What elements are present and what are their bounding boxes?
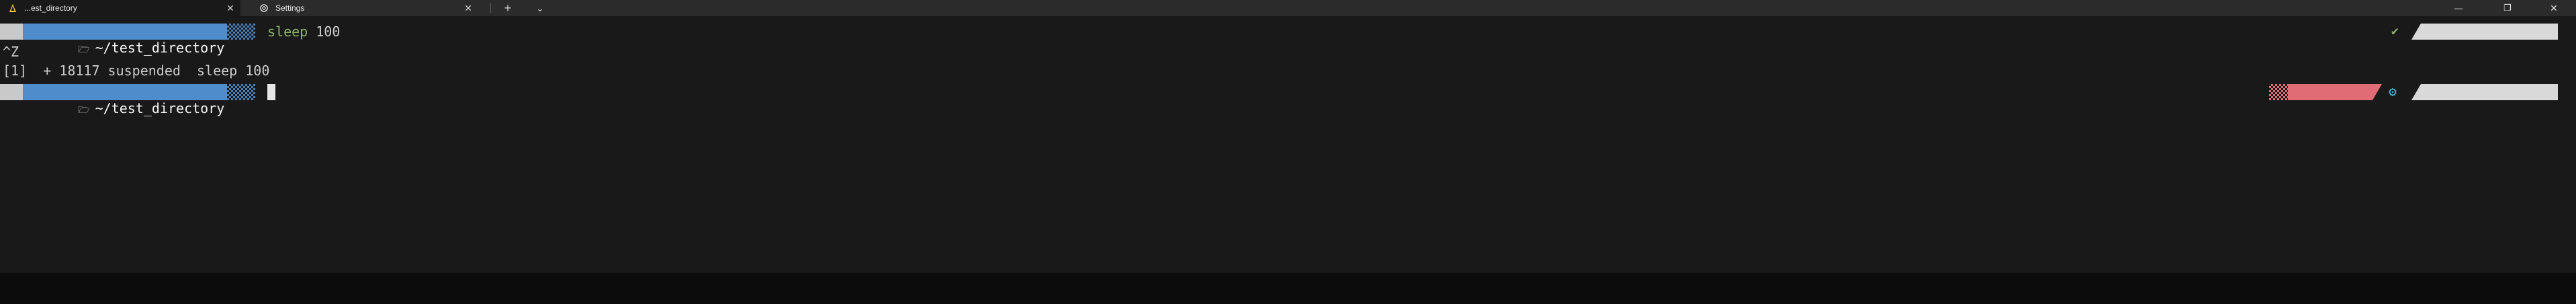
output-line: ^Z bbox=[3, 44, 19, 60]
command-text: sleep 100 bbox=[267, 22, 340, 42]
maximize-button[interactable]: ❐ bbox=[2492, 0, 2523, 16]
tab-settings[interactable]: Settings ✕ bbox=[251, 0, 478, 16]
time-segment: 13:36:44 ⊙ bbox=[2411, 84, 2559, 100]
segment-dither bbox=[227, 24, 255, 40]
os-segment: ◁ bbox=[0, 84, 45, 114]
tab-title: Settings bbox=[275, 3, 305, 13]
tab-separator bbox=[490, 3, 491, 13]
command-keyword: sleep bbox=[267, 24, 308, 40]
command-argument: 100 bbox=[316, 24, 341, 40]
close-icon[interactable]: ✕ bbox=[226, 3, 235, 13]
prompt-time: 13:36:44 bbox=[2475, 100, 2540, 116]
clock-icon: ⊙ bbox=[2544, 103, 2552, 116]
minimize-button[interactable]: — bbox=[2443, 0, 2474, 16]
tab-dropdown-button[interactable]: ⌄ bbox=[531, 0, 549, 16]
time-segment: 13:36:36 ⊙ bbox=[2411, 24, 2559, 40]
text-cursor bbox=[267, 84, 275, 100]
segment-dither bbox=[227, 84, 255, 100]
os-segment: ◁ bbox=[0, 24, 45, 54]
close-window-button[interactable]: ✕ bbox=[2538, 0, 2569, 16]
error-status-segment bbox=[2288, 84, 2382, 100]
chevron-down-icon: ⌄ bbox=[536, 2, 544, 13]
tab-bar: ...est_directory ✕ Settings ✕ + ⌄ — ❐ ✕ bbox=[0, 0, 2576, 16]
new-tab-button[interactable]: + bbox=[498, 0, 517, 16]
close-icon[interactable]: ✕ bbox=[463, 3, 473, 13]
tab-terminal[interactable]: ...est_directory ✕ bbox=[0, 0, 240, 16]
plus-icon: + bbox=[504, 1, 512, 15]
folder-icon: 🗁 bbox=[78, 105, 90, 116]
prompt-line: ◁ 🗁~/test_directory ⚙ 13:36:44⊙ bbox=[0, 82, 2576, 116]
prompt-directory: ~/test_directory bbox=[95, 100, 225, 116]
close-icon: ✕ bbox=[2550, 2, 2558, 13]
directory-segment: 🗁 ~/test_directory bbox=[23, 24, 227, 56]
directory-segment: 🗁 ~/test_directory bbox=[23, 84, 227, 116]
gear-icon bbox=[259, 3, 269, 13]
minimize-icon: — bbox=[2454, 3, 2462, 13]
tab-title: ...est_directory bbox=[24, 3, 77, 13]
linux-penguin-icon bbox=[8, 3, 17, 13]
output-line: [1] + 18117 suspended sleep 100 bbox=[3, 63, 270, 79]
prompt-line: ◁ 🗁~/test_directory sleep 100 ✔ 13:36:36… bbox=[0, 22, 2576, 56]
restore-icon: ❐ bbox=[2503, 3, 2512, 13]
check-icon: ✔ bbox=[2391, 24, 2399, 38]
background-jobs-icon: ⚙ bbox=[2389, 83, 2397, 100]
error-dither bbox=[2269, 84, 2289, 100]
terminal-pane[interactable]: ◁ 🗁 ~/test_directory sleep 100 ✔ 13:36:36… bbox=[0, 16, 2576, 273]
